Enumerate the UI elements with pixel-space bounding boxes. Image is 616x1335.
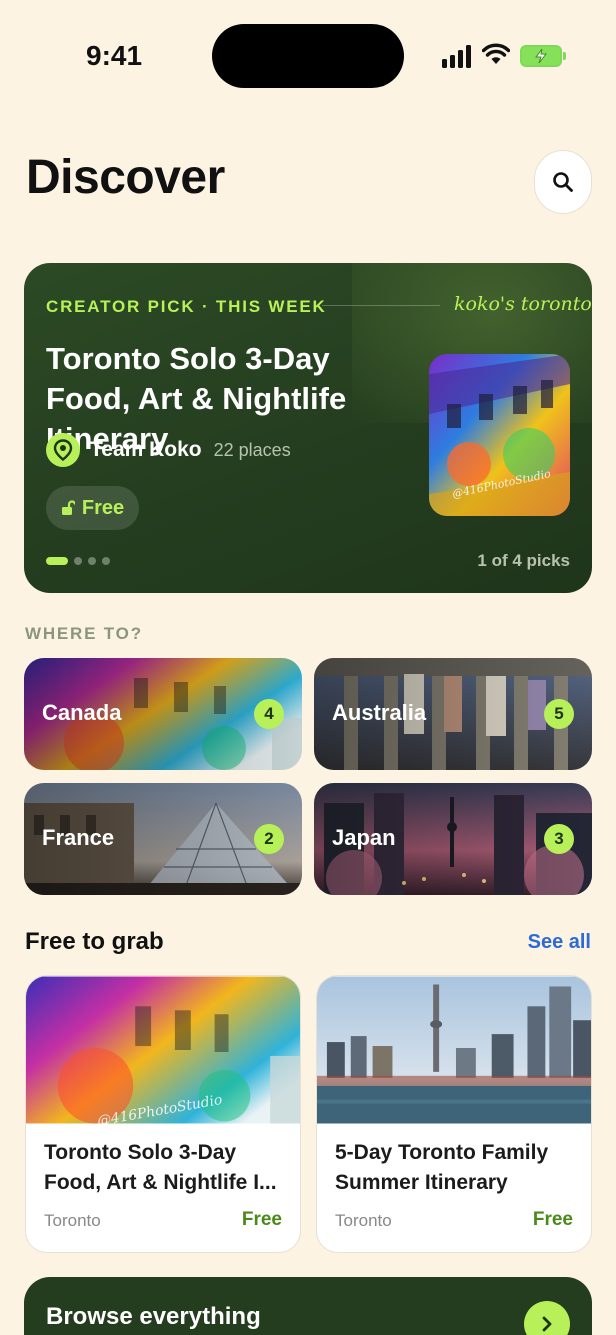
destination-count-badge: 4: [254, 699, 284, 729]
destination-name: France: [42, 825, 115, 850]
destination-tile-france[interactable]: France 2: [24, 783, 302, 895]
itinerary-card-price: Free: [532, 1209, 573, 1230]
page-title: Discover: [26, 151, 225, 204]
browse-arrow-button[interactable]: [524, 1301, 570, 1335]
itinerary-card-city: Toronto: [335, 1211, 392, 1230]
pagination-dot-active[interactable]: [46, 557, 68, 565]
browse-everything-banner[interactable]: Browse everything: [24, 1277, 592, 1335]
creator-brand-logo: koko's toronto: [454, 293, 592, 315]
divider: [322, 305, 440, 306]
pagination-dot[interactable]: [88, 557, 96, 565]
search-icon: [553, 172, 573, 192]
itinerary-card-image: [317, 976, 591, 1124]
itinerary-card[interactable]: 5-Day Toronto Family Summer Itinerary To…: [316, 975, 592, 1253]
itinerary-card-title: 5-Day Toronto Family Summer Itinerary: [335, 1141, 549, 1194]
destination-count-badge: 3: [544, 824, 574, 854]
hero-counter: 1 of 4 picks: [477, 551, 570, 570]
hero-price-label: Free: [81, 496, 125, 519]
hero-author-row: Team Koko 22 places: [46, 433, 291, 467]
destination-count-badge: 5: [544, 699, 574, 729]
destination-count-badge: 2: [254, 824, 284, 854]
status-time: 9:41: [86, 40, 143, 71]
where-to-caption: WHERE TO?: [25, 624, 143, 643]
creator-pick-card[interactable]: CREATOR PICK · THIS WEEK koko's toronto …: [24, 263, 592, 593]
location-pin-icon: [46, 433, 80, 467]
pagination-dot[interactable]: [74, 557, 82, 565]
battery-charging-icon: [520, 45, 566, 67]
itinerary-card-image: @416PhotoStudio: [26, 976, 300, 1124]
browse-title: Browse everything: [46, 1303, 261, 1330]
hero-places-count: 22 places: [213, 439, 291, 460]
destination-name: Japan: [332, 825, 396, 850]
itinerary-card-price: Free: [241, 1209, 282, 1230]
itinerary-card-title: Toronto Solo 3-Day Food, Art & Nightlife…: [44, 1141, 277, 1194]
dynamic-island: [212, 24, 404, 88]
hero-author[interactable]: Team Koko: [90, 438, 202, 462]
destination-tile-japan[interactable]: Japan 3: [314, 783, 592, 895]
destination-name: Australia: [332, 700, 427, 725]
itinerary-card-city: Toronto: [44, 1211, 101, 1230]
section-title: Free to grab: [25, 928, 164, 955]
destination-name: Canada: [42, 700, 122, 725]
unlock-icon: [61, 500, 75, 515]
see-all-link[interactable]: See all: [528, 931, 591, 954]
pagination-dot[interactable]: [102, 557, 110, 565]
destination-tile-canada[interactable]: Canada 4: [24, 658, 302, 770]
destination-tile-australia[interactable]: Australia 5: [314, 658, 592, 770]
cellular-signal-icon: [442, 44, 471, 68]
carousel-pagination[interactable]: [46, 557, 110, 565]
wifi-icon: [482, 43, 510, 64]
hero-thumbnail-image: @416PhotoStudio: [429, 354, 570, 516]
search-button[interactable]: [534, 150, 592, 214]
hero-price-badge: Free: [46, 486, 139, 530]
itinerary-card[interactable]: @416PhotoStudio Toronto Solo 3-Day Food,…: [25, 975, 301, 1253]
status-bar: 9:41: [0, 0, 616, 110]
chevron-right-icon: [542, 1316, 552, 1332]
hero-eyebrow: CREATOR PICK · THIS WEEK: [46, 297, 327, 316]
